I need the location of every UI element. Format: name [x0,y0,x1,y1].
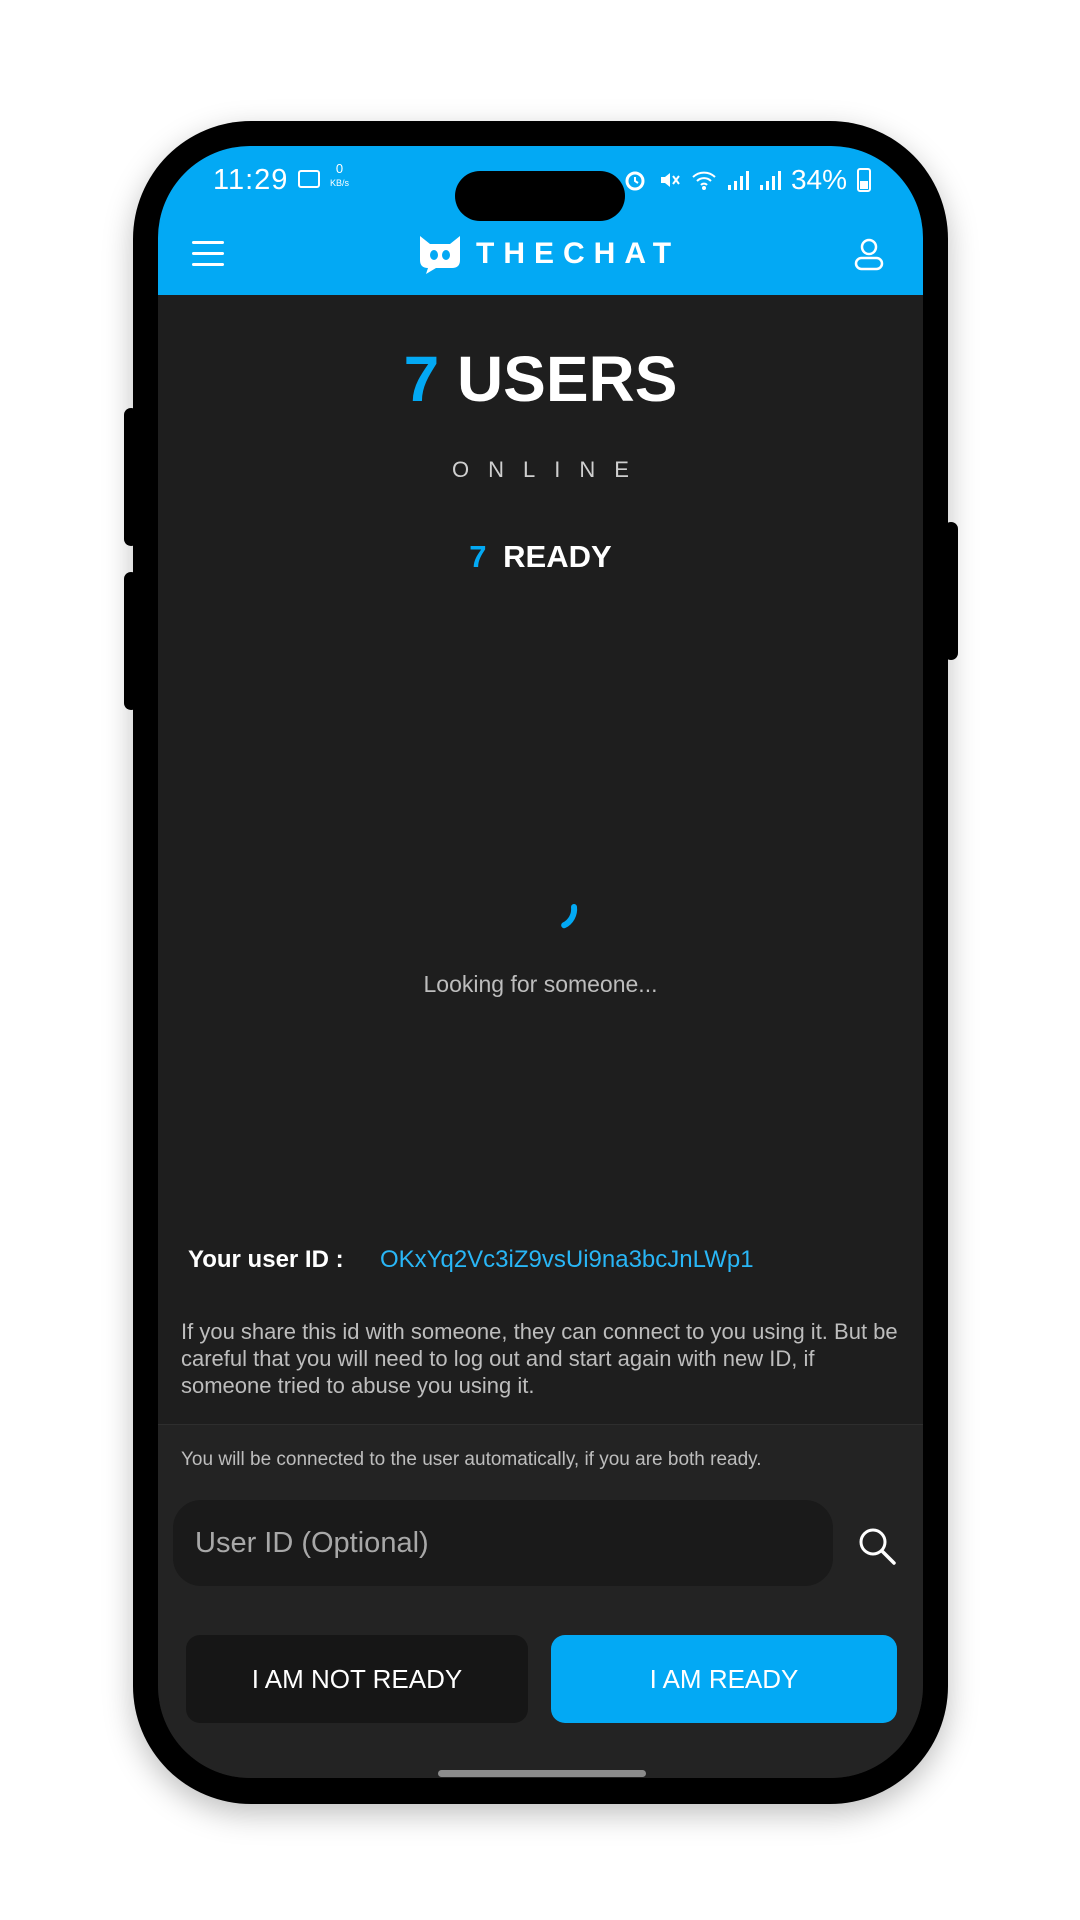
connect-panel: You will be connected to the user automa… [158,1424,923,1778]
app-logo: THECHAT [416,234,680,274]
searching-status: Looking for someone... [423,971,658,997]
users-label: USERS [456,343,678,415]
ready-count: 7 [469,539,487,574]
loading-spinner-icon [551,904,578,931]
not-ready-button[interactable]: I AM NOT READY [186,1635,528,1723]
ready-count-line: 7 READY [158,539,923,575]
battery-icon [857,168,871,192]
ready-button[interactable]: I AM READY [551,1635,897,1723]
online-label: ONLINE [452,457,648,482]
alarm-icon [625,171,645,191]
user-id-label: Your user ID : [188,1246,344,1273]
user-profile-icon[interactable] [851,236,887,272]
app-bar: 11:29 0 KB/s 34% THECHAT [158,146,923,295]
network-speed-unit: KB/s [330,178,350,188]
user-id-input[interactable] [173,1500,833,1586]
users-count: 7 [403,343,440,415]
auto-connect-note: You will be connected to the user automa… [181,1449,762,1470]
battery-percent: 34% [790,164,847,195]
logo-text: THECHAT [476,237,681,270]
home-indicator[interactable] [438,1770,646,1777]
user-id-row: Your user ID : OKxYq2Vc3iZ9vsUi9na3bcJnL… [188,1246,754,1274]
status-time: 11:29 [213,164,289,196]
app-screen: 11:29 0 KB/s 34% THECHAT 7 USERS ONLINE … [158,146,923,1778]
menu-icon[interactable] [192,241,224,267]
status-indicators: 34% [623,164,871,196]
signal-icon-2 [759,171,781,190]
image-notification-icon [298,170,320,188]
mute-icon [660,173,680,187]
signal-icon-1 [727,171,749,190]
volume-up-button [124,408,138,546]
wifi-icon [692,171,716,190]
search-icon[interactable] [856,1525,898,1567]
users-online-count: 7 USERS [158,342,923,416]
user-id-input-wrapper [173,1500,833,1586]
camera-notch [455,171,625,221]
power-button [944,522,958,660]
user-id-value[interactable]: OKxYq2Vc3iZ9vsUi9na3bcJnLWp1 [380,1246,754,1274]
ready-label: READY [503,539,612,574]
share-id-note: If you share this id with someone, they … [181,1319,898,1398]
network-speed-value: 0 [335,161,344,176]
network-speed: 0 KB/s [330,162,349,190]
volume-down-button [124,572,138,710]
logo-icon [420,236,460,274]
